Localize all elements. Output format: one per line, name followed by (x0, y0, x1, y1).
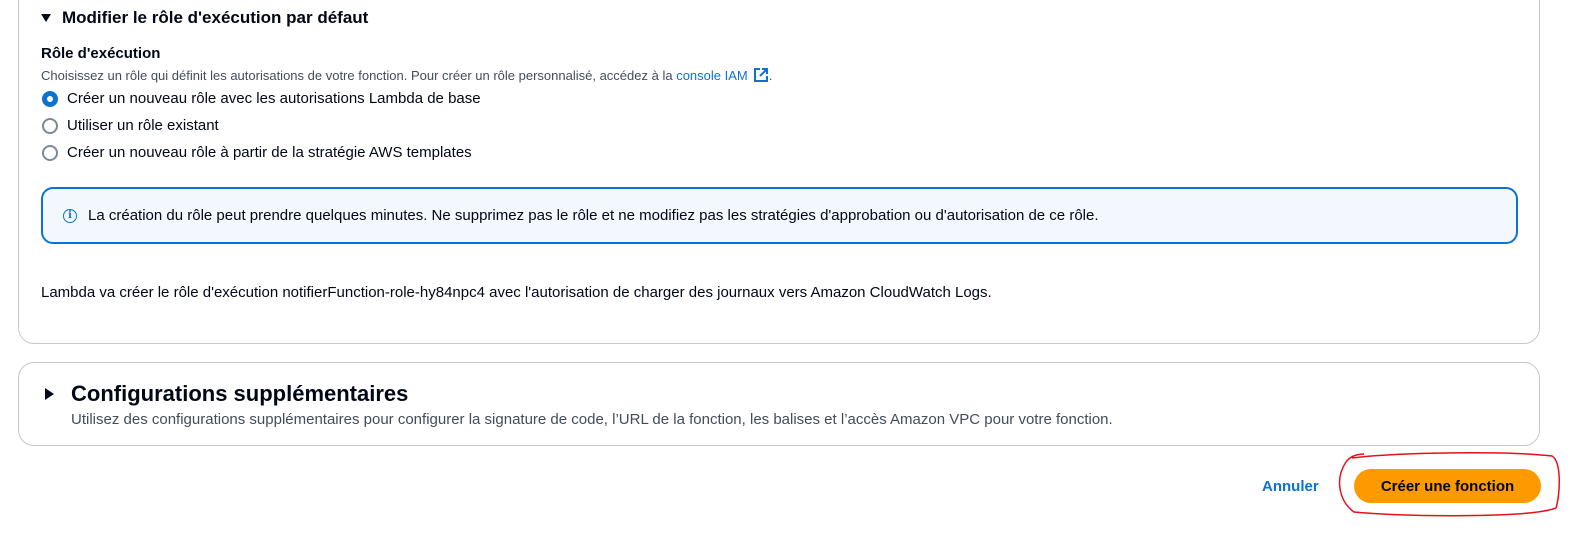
radio-label: Créer un nouveau rôle avec les autorisat… (67, 90, 481, 107)
info-icon: i (63, 208, 77, 223)
execution-role-section-title: Modifier le rôle d'exécution par défaut (62, 8, 369, 27)
additional-config-description: Utilisez des configurations supplémentai… (71, 411, 1113, 428)
execution-role-description: Choisissez un rôle qui définit les autor… (41, 67, 772, 83)
additional-config-toggle[interactable]: Configurations supplémentaires (45, 381, 408, 407)
execution-role-label: Rôle d'exécution (41, 45, 161, 62)
red-annotation-circle (1338, 452, 1560, 517)
external-link-icon (753, 68, 768, 82)
info-alert: i La création du rôle peut prendre quelq… (41, 187, 1518, 244)
radio-option-new-basic-role[interactable]: Créer un nouveau rôle avec les autorisat… (42, 90, 481, 107)
radio-option-existing-role[interactable]: Utiliser un rôle existant (42, 117, 219, 134)
radio-button[interactable] (42, 117, 58, 134)
radio-label: Créer un nouveau rôle à partir de la str… (67, 144, 472, 161)
info-alert-text: La création du rôle peut prendre quelque… (88, 207, 1099, 224)
description-suffix: . (768, 67, 773, 83)
caret-right-icon (45, 388, 54, 400)
description-text: Choisissez un rôle qui définit les autor… (41, 67, 677, 83)
radio-button[interactable] (42, 144, 58, 161)
caret-down-icon (41, 14, 51, 22)
radio-button-selected[interactable] (42, 90, 58, 107)
role-summary-text: Lambda va créer le rôle d'exécution noti… (41, 284, 992, 301)
additional-config-title: Configurations supplémentaires (71, 381, 409, 406)
execution-role-toggle[interactable]: Modifier le rôle d'exécution par défaut (41, 8, 368, 28)
radio-label: Utiliser un rôle existant (67, 117, 219, 134)
iam-console-link-label: console IAM (676, 67, 748, 83)
radio-option-policy-template-role[interactable]: Créer un nouveau rôle à partir de la str… (42, 144, 472, 161)
iam-console-link[interactable]: console IAM (676, 67, 769, 83)
cancel-button[interactable]: Annuler (1252, 474, 1329, 498)
